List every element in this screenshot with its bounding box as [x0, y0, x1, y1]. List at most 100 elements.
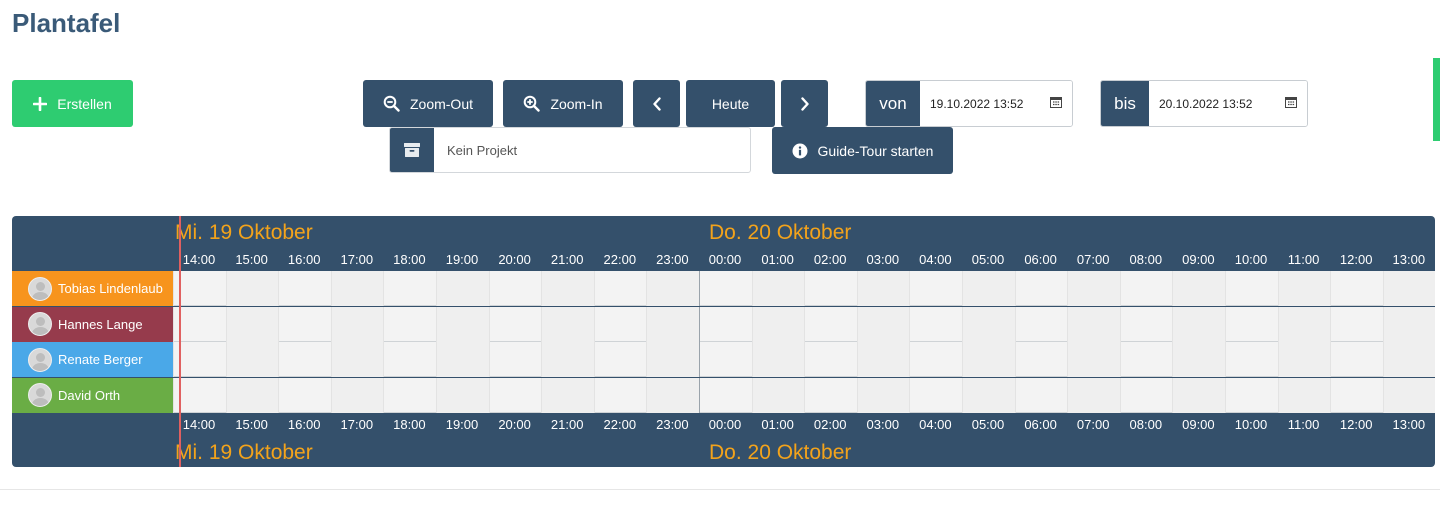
resource-track[interactable] [173, 306, 1435, 342]
resource-label[interactable]: Hannes Lange [12, 306, 173, 342]
time-slot[interactable] [856, 271, 910, 306]
time-slot[interactable] [383, 377, 436, 413]
time-slot[interactable] [330, 306, 384, 342]
time-slot[interactable] [1330, 342, 1383, 377]
time-slot[interactable] [1067, 342, 1120, 377]
time-slot[interactable] [225, 271, 279, 306]
time-slot[interactable] [541, 342, 594, 377]
time-slot[interactable] [1067, 377, 1120, 413]
time-slot[interactable] [1172, 306, 1225, 342]
calendar-icon[interactable] [1050, 96, 1062, 111]
time-slot[interactable] [962, 377, 1015, 413]
time-slot[interactable] [488, 342, 542, 377]
time-slot[interactable] [962, 306, 1015, 342]
time-slot[interactable] [1277, 377, 1331, 413]
time-slot[interactable] [436, 342, 489, 377]
time-slot[interactable] [1014, 377, 1068, 413]
time-slot[interactable] [804, 271, 857, 306]
time-slot[interactable] [909, 271, 962, 306]
time-slot[interactable] [1330, 377, 1383, 413]
time-slot[interactable] [699, 342, 752, 377]
time-slot[interactable] [1172, 342, 1225, 377]
time-slot[interactable] [1067, 306, 1120, 342]
time-slot[interactable] [488, 271, 542, 306]
resource-label[interactable]: Renate Berger [12, 342, 173, 377]
time-slot[interactable] [751, 271, 805, 306]
time-slot[interactable] [225, 377, 279, 413]
time-slot[interactable] [699, 306, 752, 342]
time-slot[interactable] [436, 377, 489, 413]
time-slot[interactable] [1225, 342, 1278, 377]
time-slot[interactable] [593, 342, 647, 377]
time-slot[interactable] [909, 377, 962, 413]
time-slot[interactable] [593, 377, 647, 413]
guide-tour-button[interactable]: Guide-Tour starten [772, 127, 953, 174]
time-slot[interactable] [856, 306, 910, 342]
time-slot[interactable] [330, 377, 384, 413]
time-slot[interactable] [330, 342, 384, 377]
calendar-icon[interactable] [1285, 96, 1297, 111]
time-slot[interactable] [1277, 342, 1331, 377]
time-slot[interactable] [856, 342, 910, 377]
time-slot[interactable] [1067, 271, 1120, 306]
time-slot[interactable] [1382, 271, 1435, 306]
time-slot[interactable] [278, 377, 331, 413]
time-slot[interactable] [804, 377, 857, 413]
time-slot[interactable] [278, 306, 331, 342]
time-slot[interactable] [1277, 306, 1331, 342]
time-slot[interactable] [436, 306, 489, 342]
time-slot[interactable] [1014, 342, 1068, 377]
time-slot[interactable] [278, 342, 331, 377]
project-select[interactable]: Kein Projekt [389, 127, 751, 173]
time-slot[interactable] [699, 377, 752, 413]
resource-track[interactable] [173, 342, 1435, 377]
time-slot[interactable] [278, 271, 331, 306]
time-slot[interactable] [225, 306, 279, 342]
time-slot[interactable] [751, 377, 805, 413]
zoom-in-button[interactable]: Zoom-In [503, 80, 623, 127]
from-date-input[interactable]: 19.10.2022 13:52 [920, 81, 1072, 126]
resource-track[interactable] [173, 271, 1435, 306]
time-slot[interactable] [383, 342, 436, 377]
time-slot[interactable] [1382, 306, 1435, 342]
time-slot[interactable] [488, 306, 542, 342]
time-slot[interactable] [541, 271, 594, 306]
time-slot[interactable] [330, 271, 384, 306]
time-slot[interactable] [593, 306, 647, 342]
previous-button[interactable] [633, 80, 680, 127]
time-slot[interactable] [1119, 306, 1173, 342]
time-slot[interactable] [751, 306, 805, 342]
time-slot[interactable] [1172, 377, 1225, 413]
time-slot[interactable] [1014, 271, 1068, 306]
time-slot[interactable] [804, 306, 857, 342]
time-slot[interactable] [699, 271, 752, 306]
time-slot[interactable] [1330, 306, 1383, 342]
create-button[interactable]: Erstellen [12, 80, 133, 127]
time-slot[interactable] [909, 306, 962, 342]
time-slot[interactable] [804, 342, 857, 377]
today-button[interactable]: Heute [686, 80, 775, 127]
time-slot[interactable] [646, 377, 699, 413]
to-date-input[interactable]: 20.10.2022 13:52 [1149, 81, 1307, 126]
time-slot[interactable] [646, 271, 699, 306]
time-slot[interactable] [1330, 271, 1383, 306]
time-slot[interactable] [1277, 271, 1331, 306]
time-slot[interactable] [646, 306, 699, 342]
time-slot[interactable] [1119, 271, 1173, 306]
next-button[interactable] [781, 80, 828, 127]
time-slot[interactable] [383, 306, 436, 342]
resource-track[interactable] [173, 377, 1435, 413]
time-slot[interactable] [436, 271, 489, 306]
time-slot[interactable] [1382, 377, 1435, 413]
time-slot[interactable] [488, 377, 542, 413]
time-slot[interactable] [1225, 271, 1278, 306]
time-slot[interactable] [593, 271, 647, 306]
time-slot[interactable] [1119, 377, 1173, 413]
time-slot[interactable] [541, 377, 594, 413]
time-slot[interactable] [962, 271, 1015, 306]
time-slot[interactable] [1119, 342, 1173, 377]
resource-label[interactable]: David Orth [12, 377, 173, 413]
time-slot[interactable] [225, 342, 279, 377]
time-slot[interactable] [1172, 271, 1225, 306]
time-slot[interactable] [541, 306, 594, 342]
